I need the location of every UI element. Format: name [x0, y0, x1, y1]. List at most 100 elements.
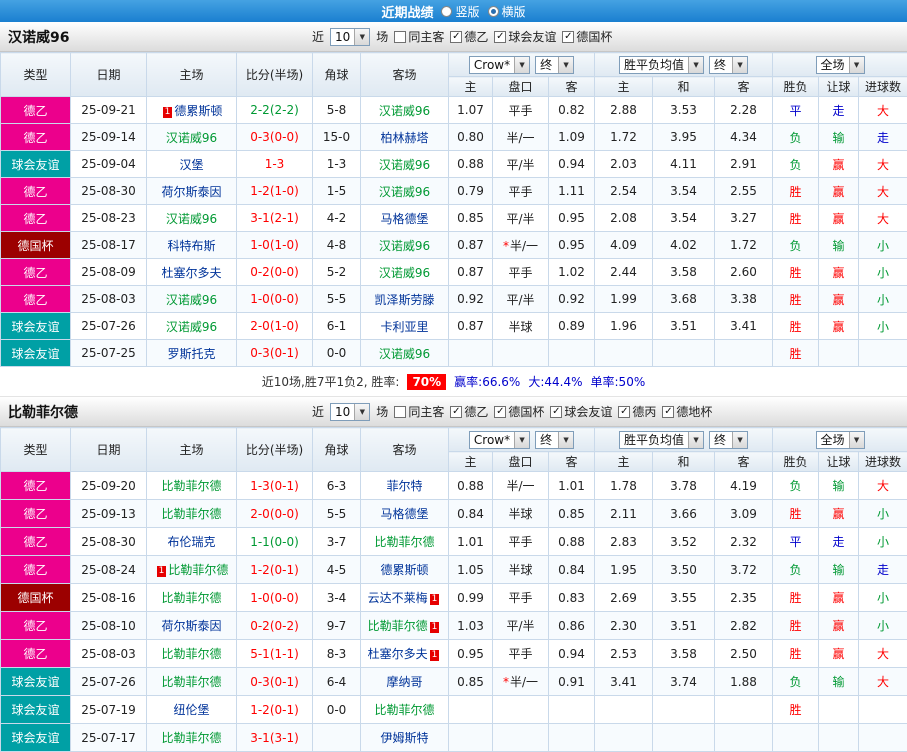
away-team-link[interactable]: 比勒菲尔德: [368, 619, 428, 633]
home-team-link[interactable]: 布伦瑞克: [167, 535, 215, 549]
filter-checkbox[interactable]: 同主客: [394, 403, 444, 420]
games-count-select[interactable]: 10 ▼: [330, 402, 371, 421]
away-team-link[interactable]: 伊姆斯特: [380, 731, 428, 745]
home-team-link[interactable]: 荷尔斯泰因: [161, 185, 221, 199]
checkbox-unchecked-icon[interactable]: [394, 405, 407, 418]
result-text: 胜: [789, 647, 802, 661]
avg-final-select[interactable]: 终 ▼: [709, 430, 749, 449]
result-text: 大: [877, 647, 890, 661]
odds-handicap: *半/一: [492, 231, 549, 259]
away-team-link[interactable]: 汉诺威96: [379, 104, 430, 118]
home-team-link[interactable]: 比勒菲尔德: [168, 563, 228, 577]
home-team-cell: 比勒菲尔德: [146, 639, 237, 668]
home-team-link[interactable]: 纽伦堡: [173, 703, 209, 717]
home-team-link[interactable]: 汉诺威96: [166, 293, 217, 307]
avg-home: 3.41: [594, 667, 653, 696]
odds-home: 1.05: [448, 555, 493, 584]
home-team-link[interactable]: 比勒菲尔德: [161, 591, 221, 605]
away-team-link[interactable]: 汉诺威96: [379, 185, 430, 199]
rank-badge: 1: [162, 106, 173, 118]
col-corner: 角球: [312, 427, 361, 472]
filter-checkbox[interactable]: ✓ 德乙: [450, 403, 488, 420]
odds-handicap: 半/一: [492, 123, 549, 151]
filter-checkbox[interactable]: ✓ 德乙: [450, 28, 488, 45]
home-team-link[interactable]: 荷尔斯泰因: [161, 619, 221, 633]
away-team-link[interactable]: 云达不莱梅: [368, 591, 428, 605]
home-team-link[interactable]: 比勒菲尔德: [161, 647, 221, 661]
odds-handicap: 平/半: [492, 611, 549, 640]
avg-odds-select[interactable]: 胜平负均值 ▼: [619, 55, 705, 74]
match-row: 德乙 25-08-30 布伦瑞克 1-1(0-0) 3-7 比勒菲尔德 1.01 平手 0.88…: [0, 527, 907, 556]
result-text: 赢: [832, 157, 845, 172]
odds-final-select[interactable]: 终 ▼: [535, 55, 575, 74]
home-team-link[interactable]: 德累斯顿: [174, 104, 222, 118]
filter-checkbox[interactable]: ✓ 德地杯: [662, 403, 712, 420]
away-team-link[interactable]: 马格德堡: [380, 507, 428, 521]
chevron-down-icon: ▼: [848, 431, 864, 448]
match-score: 1-0(0-0): [250, 590, 299, 605]
result-wdl: 胜: [772, 583, 820, 612]
away-team-link[interactable]: 汉诺威96: [379, 266, 430, 280]
away-team-link[interactable]: 柏林赫塔: [380, 131, 428, 145]
checkbox-checked-icon[interactable]: ✓: [662, 405, 675, 418]
away-team-link[interactable]: 凯泽斯劳滕: [374, 293, 434, 307]
radio-icon[interactable]: [441, 5, 453, 17]
home-team-cell: 比勒菲尔德: [146, 583, 237, 612]
checkbox-checked-icon[interactable]: ✓: [494, 405, 507, 418]
checkbox-checked-icon[interactable]: ✓: [450, 30, 463, 43]
odds-final-select[interactable]: 终 ▼: [535, 430, 575, 449]
away-team-link[interactable]: 杜塞尔多夫: [368, 647, 428, 661]
filter-checkbox[interactable]: ✓ 德国杯: [562, 28, 612, 45]
fulltime-select[interactable]: 全场 ▼: [815, 430, 865, 449]
filter-checkbox[interactable]: 同主客: [394, 28, 444, 45]
away-team-link[interactable]: 汉诺威96: [379, 347, 430, 361]
away-team-link[interactable]: 汉诺威96: [379, 239, 430, 253]
home-team-link[interactable]: 科特布斯: [167, 239, 215, 253]
match-row: 德乙 25-09-14 汉诺威96 0-3(0-0) 15-0 柏林赫塔 0.80 半/一 1.…: [0, 123, 907, 151]
fulltime-select[interactable]: 全场 ▼: [815, 55, 865, 74]
away-team-link[interactable]: 卡利亚里: [380, 320, 428, 334]
away-team-link[interactable]: 汉诺威96: [379, 158, 430, 172]
layout-option-vertical[interactable]: 竖版: [441, 3, 480, 20]
checkbox-checked-icon[interactable]: ✓: [550, 405, 563, 418]
away-team-link[interactable]: 马格德堡: [380, 212, 428, 226]
odds-company-select[interactable]: Crow* ▼: [468, 55, 531, 74]
home-team-link[interactable]: 汉堡: [179, 158, 203, 172]
checkbox-checked-icon[interactable]: ✓: [618, 405, 631, 418]
filter-checkbox[interactable]: ✓ 球会友谊: [550, 403, 612, 420]
home-team-link[interactable]: 汉诺威96: [166, 320, 217, 334]
filter-checkbox[interactable]: ✓ 德国杯: [494, 403, 544, 420]
avg-draw: [652, 695, 715, 724]
col-result-wdl: 胜负: [772, 76, 820, 97]
home-team-link[interactable]: 汉诺威96: [166, 131, 217, 145]
match-score: 0-3(0-0): [250, 130, 299, 144]
checkbox-checked-icon[interactable]: ✓: [494, 30, 507, 43]
home-team-link[interactable]: 比勒菲尔德: [161, 675, 221, 689]
result-goals: 小: [858, 583, 907, 612]
home-team-link[interactable]: 汉诺威96: [166, 212, 217, 226]
avg-odds-select[interactable]: 胜平负均值 ▼: [619, 430, 705, 449]
away-team-link[interactable]: 摩纳哥: [386, 675, 422, 689]
avg-final-select[interactable]: 终 ▼: [709, 55, 749, 74]
filter-checkbox[interactable]: ✓ 德丙: [618, 403, 656, 420]
home-team-link[interactable]: 比勒菲尔德: [161, 731, 221, 745]
avg-odds-value: 胜平负均值: [624, 433, 685, 447]
checkbox-checked-icon[interactable]: ✓: [562, 30, 575, 43]
games-count-select[interactable]: 10 ▼: [330, 27, 371, 46]
matches-table: 类型 日期 主场 比分(半场) 角球 客场 Crow* ▼ 终 ▼ 胜平负均值 ▼ 终…: [0, 52, 907, 367]
odds-company-select[interactable]: Crow* ▼: [468, 430, 531, 449]
away-team-link[interactable]: 德累斯顿: [380, 563, 428, 577]
away-team-link[interactable]: 比勒菲尔德: [374, 703, 434, 717]
home-team-link[interactable]: 罗斯托克: [167, 347, 215, 361]
home-team-link[interactable]: 比勒菲尔德: [161, 507, 221, 521]
checkbox-unchecked-icon[interactable]: [394, 30, 407, 43]
layout-option-horizontal[interactable]: 横版: [487, 3, 526, 20]
checkbox-checked-icon[interactable]: ✓: [450, 405, 463, 418]
home-team-link[interactable]: 杜塞尔多夫: [161, 266, 221, 280]
radio-icon[interactable]: [487, 5, 499, 17]
away-team-link[interactable]: 菲尔特: [386, 479, 422, 493]
filter-checkbox[interactable]: ✓ 球会友谊: [494, 28, 556, 45]
filter-checkbox-label: 同主客: [408, 405, 445, 419]
away-team-link[interactable]: 比勒菲尔德: [374, 535, 434, 549]
home-team-link[interactable]: 比勒菲尔德: [161, 479, 221, 493]
